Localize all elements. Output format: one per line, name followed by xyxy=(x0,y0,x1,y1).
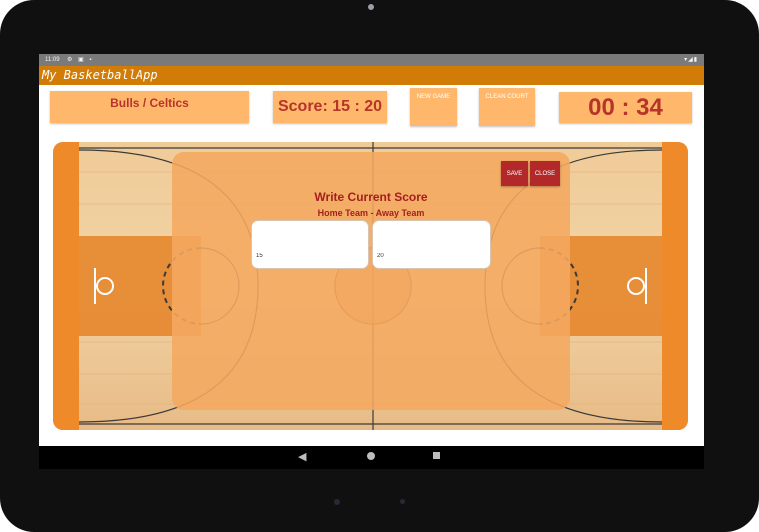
sensor-dot xyxy=(400,499,405,504)
tablet-frame: 11:09 ⚙ ▣ ▪ ▾◢▮ My BasketballApp Bulls /… xyxy=(0,0,759,532)
screen: 11:09 ⚙ ▣ ▪ ▾◢▮ My BasketballApp Bulls /… xyxy=(39,54,704,469)
notification-icons: ⚙ ▣ ▪ xyxy=(67,57,94,63)
close-button[interactable]: CLOSE xyxy=(530,161,560,186)
app-bar: My BasketballApp xyxy=(39,66,704,85)
home-icon[interactable] xyxy=(367,452,375,460)
dialog-title: Write Current Score xyxy=(314,190,428,204)
back-icon[interactable]: ◀ xyxy=(298,450,306,464)
camera-icon xyxy=(368,4,374,10)
signal-battery-icon: ▾◢▮ xyxy=(684,57,698,63)
score-display: Score: 15 : 20 xyxy=(273,91,387,123)
game-timer: 00 : 34 xyxy=(559,92,692,123)
navigation-bar: ◀ xyxy=(39,446,704,469)
save-button[interactable]: SAVE xyxy=(501,161,528,186)
status-bar: 11:09 ⚙ ▣ ▪ ▾◢▮ xyxy=(39,54,704,66)
score-dialog: SAVE CLOSE Write Current Score Home Team… xyxy=(172,152,570,410)
clean-court-button[interactable]: CLEAN COURT xyxy=(479,88,535,126)
status-time: 11:09 xyxy=(45,57,60,63)
dialog-subtitle: Home Team - Away Team xyxy=(317,208,425,218)
sensor-dot xyxy=(334,499,340,505)
teams-label: Bulls / Celtics xyxy=(50,91,249,123)
recent-apps-icon[interactable] xyxy=(433,452,440,459)
away-score-input[interactable] xyxy=(372,220,491,269)
home-score-input[interactable] xyxy=(251,220,369,269)
new-game-button[interactable]: NEW GAME xyxy=(410,88,457,126)
app-title: My BasketballApp xyxy=(42,68,158,82)
